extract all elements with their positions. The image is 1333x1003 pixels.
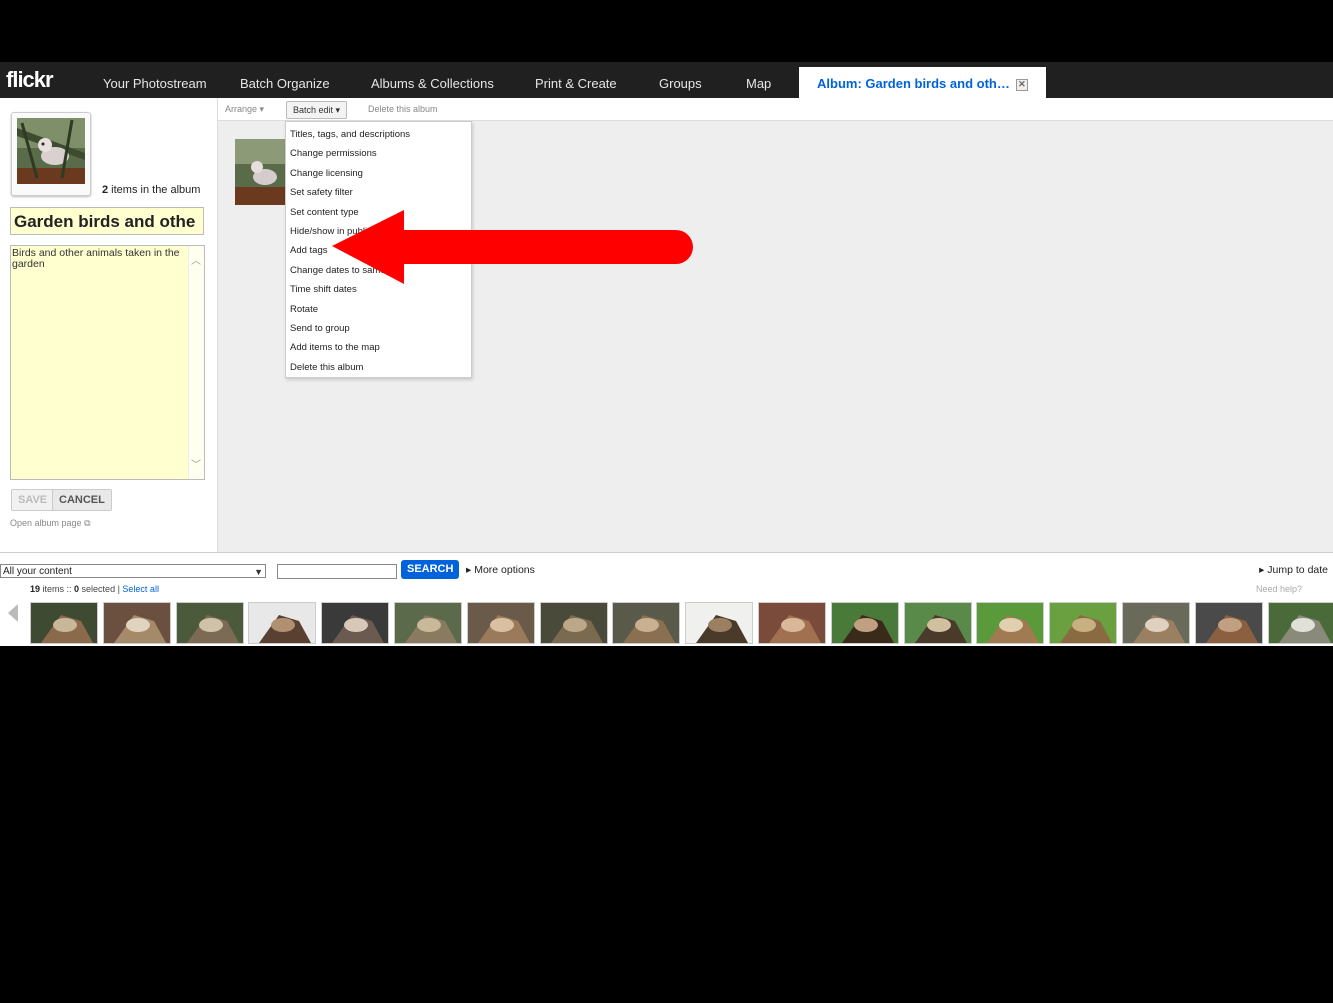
- close-icon[interactable]: ✕: [1015, 78, 1028, 91]
- filmstrip-photo[interactable]: [830, 602, 899, 644]
- filmstrip-photo[interactable]: [394, 602, 462, 644]
- red-pointer-arrow-icon: [332, 210, 693, 284]
- photo-thumbnail-image: [467, 603, 534, 643]
- chevron-down-icon: ▾: [335, 105, 341, 115]
- album-toolbar: Arrange ▾ Batch edit ▾ Delete this album: [218, 98, 1333, 121]
- filmstrip-bar: All your content ▼ SEARCH ▸ More options…: [0, 552, 1333, 646]
- description-scrollbar[interactable]: ︿ ﹀: [188, 246, 204, 479]
- menu-item-change-permissions[interactable]: Change permissions: [290, 148, 377, 159]
- save-button[interactable]: SAVE: [11, 489, 55, 511]
- photo-thumbnail-image: [103, 603, 170, 643]
- triangle-right-icon: ▸: [466, 564, 472, 576]
- photo-thumbnail-image: [977, 603, 1044, 643]
- photo-thumbnail-image: [540, 603, 607, 643]
- open-album-page-link[interactable]: Open album page ⧉: [10, 518, 91, 529]
- filmstrip-photo[interactable]: [903, 602, 972, 644]
- select-all-link[interactable]: Select all: [122, 584, 159, 594]
- filmstrip-photo[interactable]: [539, 602, 608, 644]
- filmstrip-photo[interactable]: [1194, 602, 1263, 644]
- menu-item-titles-tags-descriptions[interactable]: Titles, tags, and descriptions: [290, 129, 410, 140]
- photo-thumbnail-image: [395, 603, 461, 643]
- filmstrip-photo[interactable]: [102, 602, 171, 644]
- photo-thumbnail-image: [1123, 603, 1189, 643]
- filmstrip-thumbnails: [0, 600, 1333, 646]
- more-options-link[interactable]: ▸ More options: [466, 564, 535, 576]
- tab-map[interactable]: Map: [746, 62, 771, 98]
- menu-item-add-tags[interactable]: Add tags: [290, 245, 328, 256]
- album-title-input[interactable]: Garden birds and othe: [10, 207, 204, 235]
- filmstrip-photo[interactable]: [248, 602, 317, 644]
- tab-print-create[interactable]: Print & Create: [535, 62, 617, 98]
- tab-albums-collections[interactable]: Albums & Collections: [371, 62, 494, 98]
- filmstrip-photo[interactable]: [1122, 602, 1190, 644]
- tab-your-photostream[interactable]: Your Photostream: [103, 62, 207, 98]
- flickr-organizr-window: flickr Your Photostream Batch Organize A…: [0, 62, 1333, 646]
- filmstrip-photo[interactable]: [976, 602, 1045, 644]
- top-navigation-bar: flickr Your Photostream Batch Organize A…: [0, 62, 1333, 103]
- photo-thumbnail-image: [322, 603, 389, 643]
- photo-thumbnail-image: [249, 603, 316, 643]
- photo-thumbnail-image: [1268, 603, 1333, 643]
- filmstrip-photo[interactable]: [612, 602, 681, 644]
- album-item-count: 2 items in the album: [102, 184, 201, 196]
- menu-item-change-licensing[interactable]: Change licensing: [290, 168, 363, 179]
- batch-edit-menu[interactable]: Batch edit ▾: [286, 101, 348, 119]
- filmstrip-photo[interactable]: [1267, 602, 1333, 644]
- tab-batch-organize[interactable]: Batch Organize: [240, 62, 330, 98]
- photo-thumbnail-image: [1195, 603, 1262, 643]
- filmstrip-photo[interactable]: [685, 602, 754, 644]
- photo-thumbnail-image: [831, 603, 898, 643]
- chevron-down-icon: ▾: [259, 104, 265, 114]
- tab-album-label: Album: Garden birds and oth…: [817, 76, 1010, 91]
- album-description-textarea[interactable]: Birds and other animals taken in the gar…: [10, 245, 205, 480]
- menu-item-send-to-group[interactable]: Send to group: [290, 323, 350, 334]
- content-filter-select[interactable]: All your content ▼: [0, 564, 266, 578]
- external-link-icon: ⧉: [84, 518, 91, 528]
- menu-item-rotate[interactable]: Rotate: [290, 304, 318, 315]
- photo-thumbnail-image: [686, 603, 753, 643]
- filmstrip-photo[interactable]: [30, 602, 98, 644]
- chevron-down-icon: ▼: [254, 567, 263, 577]
- filmstrip-photo[interactable]: [321, 602, 390, 644]
- filmstrip-photo[interactable]: [175, 602, 244, 644]
- album-cover-frame[interactable]: [11, 112, 91, 196]
- scroll-down-icon[interactable]: ﹀: [191, 460, 201, 471]
- photo-thumbnail-image: [176, 603, 243, 643]
- menu-item-time-shift-dates[interactable]: Time shift dates: [290, 284, 357, 295]
- jump-to-date-link[interactable]: ▸ Jump to date: [1259, 564, 1328, 576]
- filmstrip-photo[interactable]: [758, 602, 826, 644]
- need-help-link[interactable]: Need help?: [1256, 584, 1302, 594]
- photo-thumbnail-image: [31, 603, 97, 643]
- photo-thumbnail-image: [613, 603, 680, 643]
- photo-thumbnail-image: [759, 603, 825, 643]
- triangle-right-icon: ▸: [1259, 564, 1265, 576]
- album-cover-image: [17, 118, 85, 184]
- photo-thumbnail-image: [904, 603, 971, 643]
- photo-thumbnail-image: [1050, 603, 1117, 643]
- search-button[interactable]: SEARCH: [401, 560, 460, 579]
- cancel-button[interactable]: CANCEL: [52, 489, 112, 511]
- delete-album-link[interactable]: Delete this album: [368, 104, 438, 114]
- scroll-up-icon[interactable]: ︿: [191, 256, 201, 267]
- flickr-logo[interactable]: flickr: [6, 67, 54, 93]
- menu-item-add-to-map[interactable]: Add items to the map: [290, 342, 380, 353]
- arrange-menu[interactable]: Arrange ▾: [225, 104, 264, 115]
- filmstrip-photo[interactable]: [1049, 602, 1118, 644]
- tab-groups[interactable]: Groups: [659, 62, 702, 98]
- previous-arrow-icon[interactable]: [8, 604, 18, 622]
- album-details-panel: 2 items in the album Garden birds and ot…: [0, 98, 216, 552]
- filmstrip-photo[interactable]: [466, 602, 535, 644]
- search-input[interactable]: [277, 564, 397, 579]
- album-description-text: Birds and other animals taken in the gar…: [12, 247, 180, 270]
- album-photo-thumbnail[interactable]: [235, 139, 289, 205]
- selection-count: 19 items :: 0 selected | Select all: [30, 584, 159, 594]
- menu-item-delete-album[interactable]: Delete this album: [290, 362, 363, 373]
- menu-item-set-safety-filter[interactable]: Set safety filter: [290, 187, 353, 198]
